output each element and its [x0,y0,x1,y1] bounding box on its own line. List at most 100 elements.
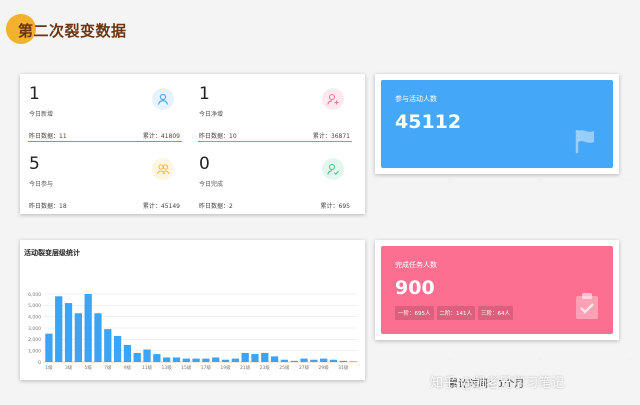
stat-yesterday: 昨日数据：18 [29,203,67,210]
bar-9级 [123,345,132,362]
bar-22级 [251,354,259,362]
stat-value: 5 [29,154,40,174]
bar-25级 [280,359,289,362]
bar-30级 [329,359,338,362]
task-completion-card: 完成任务人数 900 一阶：695人 二阶：141人 三阶：64人 [381,246,613,334]
activity-participants-panel: 参与活动人数 45112 [375,74,619,174]
bar-28级 [310,359,318,362]
stat-net-today: 1 今日净增 昨日数据：10 累计：36871 [192,76,354,142]
x-tick-label: 11级 [142,364,153,371]
y-tick-label: 4,000 [28,314,41,320]
stat-divider [28,141,182,142]
stat-label: 今日净增 [199,111,224,118]
user-add-icon [322,88,344,110]
x-tick-label: 21级 [240,364,251,371]
stat-completed-today: 0 今日完成 昨日数据：2 累计：695 [192,146,354,212]
x-tick-label: 31级 [338,364,349,371]
stat-joined-today: 5 今日参与 昨日数据：18 累计：45149 [22,146,184,212]
bar-20级 [231,358,239,362]
bar-7级 [104,329,112,362]
stat-value: 1 [199,84,210,104]
activity-participants-card: 参与活动人数 45112 [381,80,613,168]
bar-26级 [290,360,298,362]
stage-badge-1: 一阶：695人 [395,306,434,320]
bar-5级 [84,294,92,362]
task-completion-value: 900 [395,277,435,299]
stage-badge-3: 三阶：64人 [478,306,513,320]
x-tick-label: 5级 [84,364,92,371]
stat-total: 累计：695 [320,203,350,210]
bar-14级 [172,357,181,362]
y-tick-label: 0 [38,360,41,366]
x-tick-label: 19级 [220,364,231,371]
x-tick-label: 1级 [45,364,53,371]
y-tick-label: 6,000 [28,292,41,298]
y-tick-label: 1,000 [28,348,41,354]
user-check-icon [322,158,344,180]
stat-new-today: 1 今日新增 昨日数据：11 累计：41809 [22,76,184,142]
stat-divider [198,141,352,142]
x-tick-label: 9级 [124,364,132,371]
x-tick-label: 23级 [260,364,271,371]
level-chart-panel: 活动裂变层级统计 0 1,000 2,000 3,000 4,000 5,000 6,000… [20,240,365,380]
bar-24级 [270,356,279,362]
x-tick-label: 7级 [104,364,112,371]
stat-yesterday: 昨日数据：11 [29,133,67,140]
x-tick-label: 17级 [201,364,212,371]
bar-11级 [143,349,151,362]
bar-17级 [202,358,210,362]
bar-10级 [133,352,141,362]
stat-value: 1 [29,84,40,104]
bar-1级 [45,333,53,362]
stat-label: 今日参与 [29,181,54,188]
bar-2级 [55,296,63,362]
bar-31级 [339,360,347,362]
x-tick-label: 27级 [299,364,310,371]
stats-panel: 1 今日新增 昨日数据：11 累计：41809 1 今日净增 昨日数据：10 累… [20,74,365,214]
level-bar-chart: 0 1,000 2,000 3,000 4,000 5,000 6,000 1级 3级 5级 7级 9… [28,292,358,371]
bar-6级 [94,313,102,362]
bar-19级 [221,359,230,362]
y-tick-label: 5,000 [28,303,41,309]
stage-badges: 一阶：695人 二阶：141人 三阶：64人 [395,306,513,320]
bar-32级 [349,361,357,362]
stat-yesterday: 昨日数据：10 [199,133,237,140]
bar-27级 [300,358,308,362]
bar-8级 [113,335,122,362]
x-tick-label: 13级 [162,364,173,371]
task-completion-panel: 完成任务人数 900 一阶：695人 二阶：141人 三阶：64人 [375,240,619,340]
bar-18级 [212,357,220,362]
x-tick-label: 29级 [319,364,330,371]
bar-23级 [261,352,269,362]
y-tick-label: 2,000 [28,337,41,343]
bar-16级 [192,358,200,362]
bar-4级 [74,313,82,362]
bar-12级 [153,354,161,362]
flag-icon [573,128,599,158]
stat-label: 今日完成 [199,181,224,188]
bar-15级 [182,358,190,362]
bar-21级 [241,352,249,362]
watermark: 知乎 @凯老兄学习笔记 [430,376,565,391]
x-tick-label: 25级 [279,364,290,371]
stat-total: 累计：45149 [142,203,180,210]
stat-label: 今日新增 [29,111,54,118]
stat-yesterday: 昨日数据：2 [199,203,233,210]
bar-3级 [64,303,73,362]
activity-participants-label: 参与活动人数 [395,95,437,103]
page-title: 第二次裂变数据 [18,22,127,40]
users-icon [152,158,174,180]
bar-29级 [320,358,328,362]
clipboard-check-icon [575,292,599,324]
y-tick-label: 3,000 [28,326,41,332]
stat-total: 累计：36871 [312,133,350,140]
x-tick-label: 3级 [65,364,73,371]
bar-13级 [163,357,171,362]
x-tick-label: 15级 [181,364,192,371]
stat-value: 0 [199,154,210,174]
stat-total: 累计：41809 [142,133,180,140]
activity-participants-value: 45112 [395,111,462,133]
stage-badge-2: 二阶：141人 [436,306,475,320]
task-completion-label: 完成任务人数 [395,261,437,269]
user-icon [152,88,174,110]
